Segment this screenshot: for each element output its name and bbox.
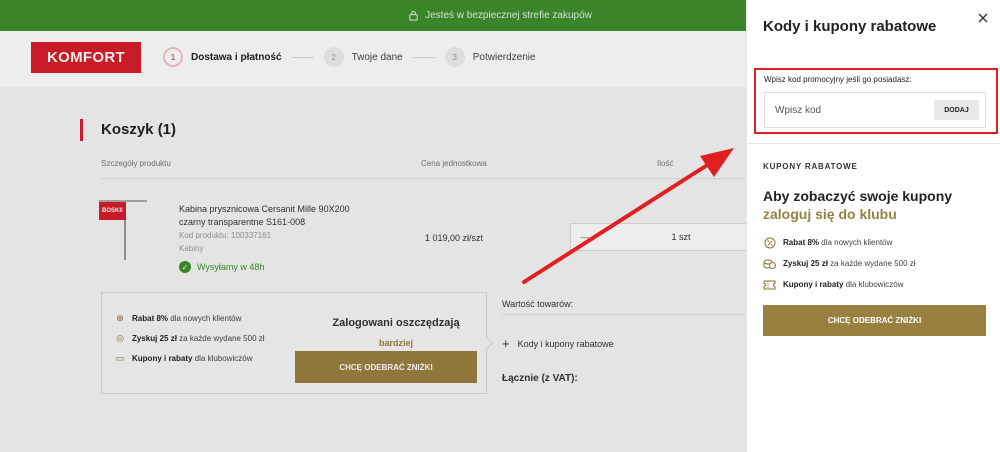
divider xyxy=(747,143,1000,144)
perk-text: Kupony i rabaty dla klubowiczów xyxy=(783,280,903,289)
perk-rest: dla klubowiczów xyxy=(843,280,904,289)
ticket-icon xyxy=(763,278,776,291)
perk-bold: Rabat 8% xyxy=(783,238,820,247)
perk-bold: Zyskuj 25 zł xyxy=(783,259,828,268)
coupons-heading: KUPONY RABATOWE xyxy=(763,162,858,171)
promo-code-input[interactable] xyxy=(765,93,925,127)
coupon-panel: Kody i kupony rabatowe Wpisz kod promocy… xyxy=(746,0,1000,452)
perk-rest: dla nowych klientów xyxy=(819,238,893,247)
coins-icon xyxy=(763,257,776,270)
promo-code-label: Wpisz kod promocyjny jeśli go posiadasz: xyxy=(764,75,912,84)
percent-icon xyxy=(763,236,776,249)
panel-perk-discount: Rabat 8% dla nowych klientów xyxy=(763,236,892,249)
add-code-button[interactable]: DODAJ xyxy=(934,100,979,120)
perk-text: Zyskuj 25 zł za każde wydane 500 zł xyxy=(783,259,916,268)
coupons-title: Aby zobaczyć swoje kupony xyxy=(763,188,953,204)
perk-rest: za każde wydane 500 zł xyxy=(827,259,916,268)
promo-code-area: Wpisz kod promocyjny jeśli go posiadasz:… xyxy=(754,68,998,134)
promo-code-field: DODAJ xyxy=(764,92,986,128)
panel-get-discounts-button[interactable]: CHCĘ ODEBRAĆ ZNIŻKI xyxy=(763,305,986,336)
panel-perk-earn: Zyskuj 25 zł za każde wydane 500 zł xyxy=(763,257,916,270)
panel-title: Kody i kupony rabatowe xyxy=(763,18,937,35)
login-club-link[interactable]: zaloguj się do klubu xyxy=(763,206,897,222)
close-icon[interactable] xyxy=(975,10,991,26)
perk-text: Rabat 8% dla nowych klientów xyxy=(783,238,892,247)
panel-perk-coupons: Kupony i rabaty dla klubowiczów xyxy=(763,278,903,291)
perk-bold: Kupony i rabaty xyxy=(783,280,844,289)
